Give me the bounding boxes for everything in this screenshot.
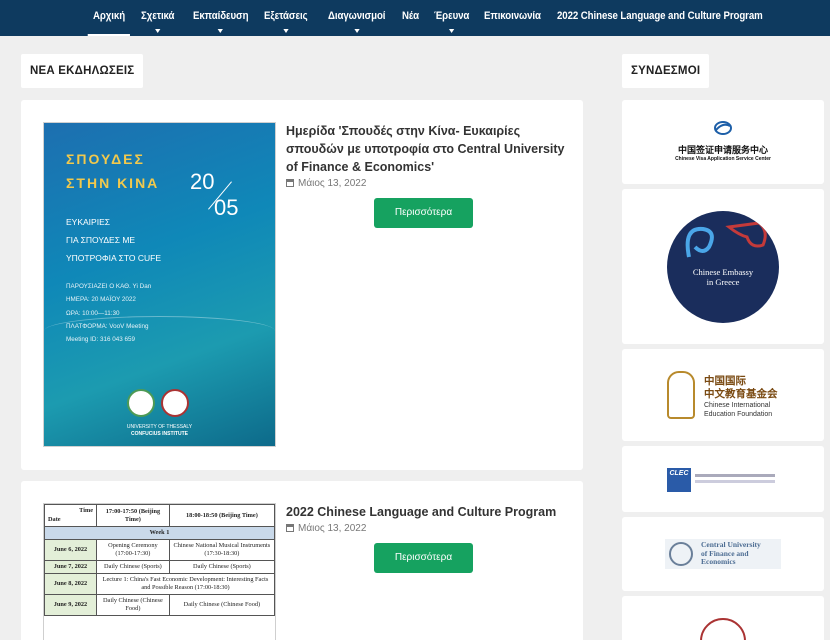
read-more-button[interactable]: Περισσότερα — [374, 198, 473, 228]
schedule-cell: Daily Chinese (Chinese Food) — [168, 594, 275, 616]
clec-text-line — [695, 480, 775, 483]
nav-item-about[interactable]: Σχετικά — [141, 0, 174, 36]
nav-label: Διαγωνισμοί — [328, 10, 386, 22]
poster-subtitle: ΕΥΚΑΙΡΙΕΣ — [66, 217, 110, 227]
program-schedule-image[interactable]: Time Date 17:00-17:50 (Beijing Time) 18:0… — [43, 503, 276, 640]
visa-center-en: Chinese Visa Application Service Center — [675, 156, 771, 162]
nav-item-home[interactable]: Αρχική — [87, 0, 131, 36]
news-section-title: ΝΕΑ ΕΚΔΗΛΩΣΕΙΣ — [21, 54, 144, 88]
poster-date-day: 20 — [190, 169, 215, 194]
schedule-header-cell: 18:00-18:50 (Beijing Time) — [168, 504, 275, 527]
schedule-header-corner: Time Date — [44, 504, 97, 527]
poster-date-month: 05 — [214, 195, 239, 220]
nav-label: Επικοινωνία — [484, 10, 541, 22]
poster-heading: ΣΤΗΝ ΚΙΝΑ — [66, 175, 160, 191]
nav-item-news[interactable]: Νέα — [402, 0, 419, 36]
schedule-cell: Lecture 1: China's Fast Economic Develop… — [96, 573, 275, 595]
link-cufe[interactable]: Central University of Finance and Econom… — [622, 517, 824, 591]
post-card: ΣΠΟΥΔΕΣ ΣΤΗΝ ΚΙΝΑ 20 05 ΕΥΚΑΙΡΙΕΣ ΓΙΑ ΣΠ… — [21, 100, 583, 470]
poster-info: ΩΡΑ: 10:00—11:30 — [66, 310, 120, 317]
nav-label: Εξετάσεις — [264, 10, 308, 22]
schedule-cell: Opening Ceremony (17:00-17:30) — [96, 539, 170, 561]
nav-item-exams[interactable]: Εξετάσεις — [264, 0, 308, 36]
schedule-date-cell: June 7, 2022 — [44, 560, 97, 574]
foundation-en: Education Foundation — [704, 411, 773, 418]
caret-down-icon — [218, 29, 224, 33]
visa-center-cn: 中国签证申请服务中心 — [677, 145, 768, 155]
calendar-icon — [286, 179, 294, 187]
caret-down-icon — [449, 29, 455, 33]
schedule-h-date: Date — [48, 516, 61, 523]
calendar-icon — [286, 524, 294, 532]
poster-heading: ΣΠΟΥΔΕΣ — [66, 151, 145, 167]
poster-info: ΠΑΡΟΥΣΙΑΖΕΙ Ο ΚΑΘ. Yi Dan — [66, 283, 152, 290]
poster-footer: UNIVERSITY OF THESSALY — [126, 424, 193, 430]
post-date-text: Μάιος 13, 2022 — [298, 178, 367, 189]
nav-label: Αρχική — [93, 10, 126, 22]
embassy-label: Chinese Embassy — [692, 267, 754, 277]
links-section-title: ΣΥΝΔΕΣΜΟΙ — [622, 54, 710, 88]
poster-wave — [44, 316, 275, 366]
poster-info: ΗΜΕΡΑ: 20 ΜΑΪΟΥ 2022 — [66, 296, 136, 303]
embassy-logo: Chinese Embassy in Greece — [667, 211, 779, 323]
nav-label: Νέα — [402, 10, 420, 22]
post-date: Μάιος 13, 2022 — [286, 178, 366, 189]
link-education-foundation[interactable]: 中国国际 中文教育基金会 Chinese International Educa… — [622, 349, 824, 441]
main-navbar: Αρχική Σχετικά Εκπαίδευση Εξετάσεις Διαγ… — [0, 0, 830, 36]
post-date-text: Μάιος 13, 2022 — [298, 523, 367, 534]
foundation-en: Chinese International — [704, 402, 771, 409]
cufe-label-line: Economics — [701, 557, 736, 566]
post-date: Μάιος 13, 2022 — [286, 523, 366, 534]
read-more-button[interactable]: Περισσότερα — [374, 543, 473, 573]
clec-text-line — [695, 474, 775, 477]
nav-label: Σχετικά — [141, 10, 175, 22]
caret-down-icon — [155, 29, 161, 33]
caret-down-icon — [354, 29, 360, 33]
schedule-cell: Chinese National Musical Instruments (17… — [168, 539, 275, 561]
schedule-cell: Daily Chinese (Sports) — [168, 560, 275, 574]
schedule-date-cell: June 9, 2022 — [44, 594, 97, 616]
university-seal-icon — [700, 618, 746, 640]
poster-footer: CONFUCIUS INSTITUTE — [131, 431, 188, 437]
nav-item-research[interactable]: Έρευνα — [434, 0, 469, 36]
link-chinese-embassy[interactable]: Chinese Embassy in Greece — [622, 189, 824, 344]
nav-item-program[interactable]: 2022 Chinese Language and Culture Progra… — [557, 0, 763, 36]
confucius-logo — [127, 389, 155, 417]
nav-label: 2022 Chinese Language and Culture Progra… — [557, 10, 763, 22]
event-poster-image[interactable]: ΣΠΟΥΔΕΣ ΣΤΗΝ ΚΙΝΑ 20 05 ΕΥΚΑΙΡΙΕΣ ΓΙΑ ΣΠ… — [43, 122, 276, 447]
link-visa-center[interactable]: 中国签证申请服务中心 Chinese Visa Application Serv… — [622, 100, 824, 184]
cufe-seal-icon — [669, 542, 693, 566]
post-title[interactable]: Ημερίδα 'Σπουδές στην Κίνα- Ευκαιρίες σπ… — [286, 122, 566, 176]
foundation-logo-icon — [667, 371, 695, 419]
nav-item-education[interactable]: Εκπαίδευση — [193, 0, 248, 36]
nav-item-contact[interactable]: Επικοινωνία — [484, 0, 541, 36]
schedule-cell: Daily Chinese (Sports) — [96, 560, 170, 574]
university-seal-logo — [161, 389, 189, 417]
embassy-label: in Greece — [706, 277, 740, 287]
nav-item-competitions[interactable]: Διαγωνισμοί — [328, 0, 386, 36]
schedule-h-time: Time — [79, 507, 93, 514]
post-title[interactable]: 2022 Chinese Language and Culture Progra… — [286, 503, 566, 521]
link-clec[interactable]: CLEC — [622, 446, 824, 512]
link-university[interactable] — [622, 596, 824, 640]
caret-down-icon — [283, 29, 289, 33]
schedule-week-row: Week 1 — [44, 526, 275, 540]
clec-logo-icon: CLEC — [667, 468, 691, 492]
nav-label: Έρευνα — [434, 10, 470, 22]
nav-label: Εκπαίδευση — [193, 10, 249, 22]
poster-subtitle: ΓΙΑ ΣΠΟΥΔΕΣ ΜΕ — [66, 235, 136, 245]
cufe-label: Central University of Finance and Econom… — [701, 540, 761, 567]
visa-center-logo-icon — [714, 121, 732, 135]
cufe-logo: Central University of Finance and Econom… — [665, 539, 781, 569]
post-card: Time Date 17:00-17:50 (Beijing Time) 18:0… — [21, 481, 583, 640]
schedule-header-cell: 17:00-17:50 (Beijing Time) — [96, 504, 170, 527]
embassy-ornament-icon — [685, 221, 767, 258]
poster-subtitle: ΥΠΟΤΡΟΦΙΑ ΣΤΟ CUFE — [66, 253, 162, 263]
schedule-cell: Daily Chinese (Chinese Food) — [96, 594, 170, 616]
schedule-date-cell: June 6, 2022 — [44, 539, 97, 561]
foundation-cn: 中文教育基金会 — [704, 388, 778, 400]
schedule-date-cell: June 8, 2022 — [44, 573, 97, 595]
